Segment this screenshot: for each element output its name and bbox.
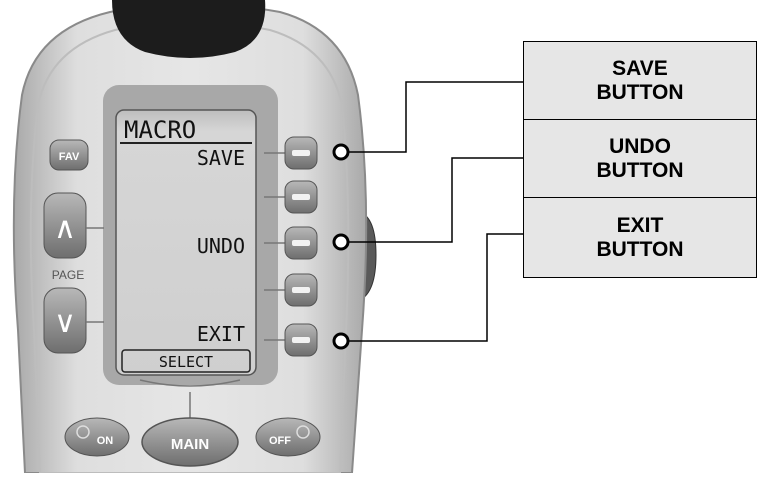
lcd-label-exit: EXIT (197, 322, 245, 346)
lcd-title: MACRO (124, 116, 196, 144)
callout-undo-line2: BUTTON (596, 159, 684, 182)
callout-save-button: SAVE BUTTON (523, 41, 757, 121)
callout-dot-undo (332, 233, 350, 251)
page-down-arrow-icon: ∨ (54, 305, 76, 340)
callout-undo-button: UNDO BUTTON (523, 119, 757, 199)
on-label: ON (97, 435, 114, 447)
off-label: OFF (269, 435, 291, 447)
fav-label: FAV (59, 151, 80, 163)
callout-save-line2: BUTTON (596, 81, 684, 104)
callout-dot-save (332, 143, 350, 161)
main-label: MAIN (171, 436, 209, 453)
callout-dot-exit (332, 332, 350, 350)
lcd-label-save: SAVE (197, 146, 245, 170)
soft-key-3-dash-icon (292, 240, 310, 246)
soft-key-4-dash-icon (292, 287, 310, 293)
callout-undo-line1: UNDO (609, 135, 671, 158)
callout-exit-line1: EXIT (616, 213, 664, 237)
lcd-select-label: SELECT (159, 353, 213, 371)
lcd-label-undo: UNDO (197, 234, 245, 258)
diagram: MACRO SAVE UNDO EXIT SELECT FAV ∧ PAGE ∨… (0, 0, 757, 474)
leader-line-save (345, 81, 523, 153)
leader-lines (345, 81, 523, 342)
soft-key-2-dash-icon (292, 194, 310, 200)
callout-exit-button: EXIT BUTTON (523, 197, 757, 278)
soft-key-1-dash-icon (292, 150, 310, 156)
callout-exit-line2: BUTTON (596, 237, 684, 261)
callout-save-line1: SAVE (612, 57, 668, 80)
page-up-arrow-icon: ∧ (54, 211, 76, 246)
page-label: PAGE (52, 268, 84, 282)
soft-key-5-dash-icon (292, 337, 310, 343)
